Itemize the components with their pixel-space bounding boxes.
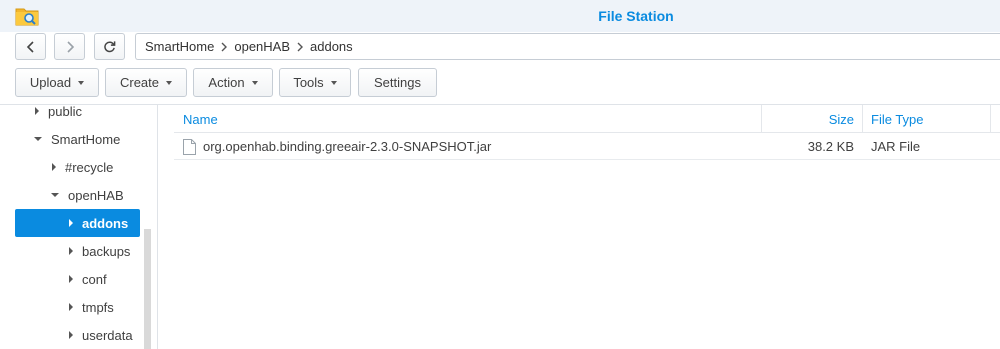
expand-arrow-icon[interactable] [69,331,73,339]
caret-down-icon [78,80,85,85]
back-button[interactable] [15,33,46,60]
column-header-name[interactable]: Name [183,105,218,133]
tree-item-tmpfs[interactable]: tmpfs [15,293,140,321]
tree-item-label: #recycle [65,159,114,175]
tree-item-openhab[interactable]: openHAB [15,181,140,209]
caret-down-icon [251,80,258,85]
title-bar: File Station [0,0,1000,32]
file-name-cell: org.openhab.binding.greeair-2.3.0-SNAPSH… [183,133,491,160]
file-name: org.openhab.binding.greeair-2.3.0-SNAPSH… [203,139,492,154]
window-title: File Station [598,8,674,24]
navigation-bar: SmartHome openHAB addons [0,32,1000,62]
caret-down-icon [166,80,173,85]
tree-item-conf[interactable]: conf [15,265,140,293]
refresh-icon [104,41,116,53]
forward-button[interactable] [54,33,85,60]
chevron-right-icon [66,40,74,53]
tree-item-label: conf [82,271,107,287]
breadcrumb-item[interactable]: SmartHome [145,39,214,54]
action-button[interactable]: Action [193,68,273,97]
tree-item-public[interactable]: public [15,105,140,125]
expand-arrow-icon[interactable] [69,247,73,255]
collapse-arrow-icon[interactable] [51,193,59,197]
tree-item-label: openHAB [68,187,124,203]
file-list-header: Name Size File Type [174,105,1000,133]
table-row[interactable]: org.openhab.binding.greeair-2.3.0-SNAPSH… [174,133,1000,160]
tools-label: Tools [293,75,324,90]
tree-item-backups[interactable]: backups [15,237,140,265]
file-type: JAR File [871,139,921,154]
file-size: 38.2 KB [807,139,854,154]
toolbar: Upload Create Action Tools Settings [0,62,1000,105]
tree-scrollbar[interactable] [144,229,151,349]
tree-item-recycle[interactable]: #recycle [15,153,140,181]
column-header-size[interactable]: Size [762,105,854,133]
create-button[interactable]: Create [105,68,187,97]
tree-item-label: SmartHome [51,131,121,147]
tree-item-userdata[interactable]: userdata [15,321,140,349]
caret-down-icon [330,80,337,85]
upload-button[interactable]: Upload [15,68,99,97]
chevron-right-icon [221,42,228,51]
breadcrumb-item[interactable]: addons [310,39,353,54]
file-icon [183,138,196,155]
tree-item-label: tmpfs [82,299,114,315]
chevron-left-icon [26,40,34,53]
file-list: Name Size File Type org.openhab.binding.… [174,105,1000,349]
settings-label: Settings [374,75,421,90]
expand-arrow-icon[interactable] [69,303,73,311]
action-label: Action [208,75,245,90]
chevron-right-icon [297,42,304,51]
collapse-arrow-icon[interactable] [34,137,42,141]
expand-arrow-icon[interactable] [52,163,56,171]
folder-tree: public SmartHome #recycle openHAB addons… [0,105,158,349]
column-divider[interactable] [990,105,991,133]
expand-arrow-icon[interactable] [69,219,73,227]
tree-item-smarthome[interactable]: SmartHome [15,125,140,153]
breadcrumb[interactable]: SmartHome openHAB addons [135,33,1000,60]
column-divider[interactable] [862,105,863,133]
tree-item-label: public [48,105,82,119]
settings-button[interactable]: Settings [358,68,437,97]
expand-arrow-icon[interactable] [35,107,39,115]
tools-button[interactable]: Tools [279,68,351,97]
column-header-file-type[interactable]: File Type [871,105,924,133]
expand-arrow-icon[interactable] [69,275,73,283]
tree-item-addons[interactable]: addons [15,209,140,237]
refresh-button[interactable] [94,33,125,60]
create-label: Create [119,75,160,90]
upload-label: Upload [29,75,72,90]
breadcrumb-item[interactable]: openHAB [234,39,290,54]
tree-item-label: userdata [82,327,133,343]
tree-item-label: backups [82,243,131,259]
tree-item-label: addons [82,215,129,231]
